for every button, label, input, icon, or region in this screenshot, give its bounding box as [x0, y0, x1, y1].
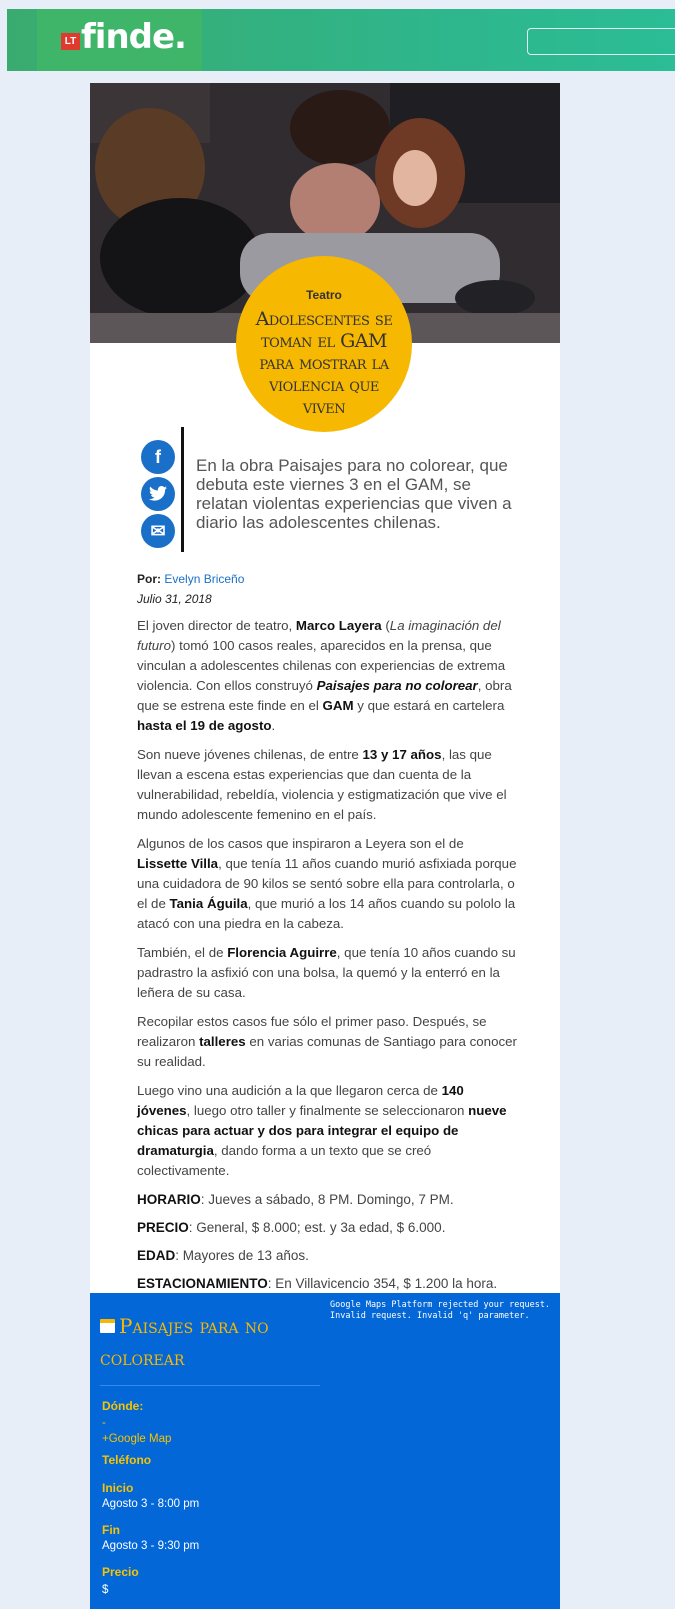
where-value: - — [102, 1417, 106, 1429]
article-title: Adolescentes se toman el GAM para mostra… — [255, 308, 393, 418]
where-label: Dónde: — [102, 1399, 144, 1413]
facebook-icon: f — [155, 447, 161, 467]
event-title: Paisajes para no colorear — [100, 1310, 320, 1374]
paragraph: También, el de Florencia Aguirre, que te… — [137, 945, 516, 1000]
twitter-share-button[interactable] — [141, 477, 175, 511]
site-logo[interactable]: LT finde. — [37, 9, 202, 71]
info-precio: PRECIO: General, $ 8.000; est. y 3a edad… — [137, 1220, 446, 1235]
start-value: Agosto 3 - 8:00 pm — [102, 1498, 200, 1510]
paragraph: El joven director de teatro, Marco Layer… — [137, 618, 512, 733]
email-share-button[interactable]: ✉ — [141, 514, 175, 548]
logo-text: finde. — [81, 17, 187, 57]
search-input[interactable] — [527, 28, 675, 55]
event-box: Paisajes para no colorear Google Maps Pl… — [90, 1293, 560, 1609]
facebook-share-button[interactable]: f — [141, 440, 175, 474]
paragraph: Recopilar estos casos fue sólo el primer… — [137, 1014, 517, 1069]
divider — [100, 1385, 320, 1386]
info-edad: EDAD: Mayores de 13 años. — [137, 1248, 309, 1263]
paragraph: Luego vino una audición a la que llegaro… — [137, 1083, 507, 1178]
email-icon: ✉ — [150, 521, 166, 541]
google-map-link[interactable]: +Google Map — [102, 1433, 171, 1445]
twitter-icon — [149, 485, 167, 505]
lt-logo-mark: LT — [61, 33, 80, 50]
byline-label: Por: — [137, 572, 161, 586]
event-title-text: Paisajes para no colorear — [100, 1314, 269, 1370]
lead-quote-bar — [181, 427, 184, 552]
article-lead: En la obra Paisajes para no colorear, qu… — [196, 456, 512, 532]
article-category[interactable]: Teatro — [236, 288, 412, 302]
price-value: $ — [102, 1584, 109, 1596]
calendar-icon — [100, 1319, 115, 1333]
byline: Por: Evelyn Briceño — [137, 572, 244, 586]
title-badge: Teatro Adolescentes se toman el GAM para… — [236, 256, 412, 432]
start-label: Inicio — [102, 1481, 134, 1495]
paragraph: Algunos de los casos que inspiraron a Le… — [137, 836, 517, 931]
info-horario: HORARIO: Jueves a sábado, 8 PM. Domingo,… — [137, 1192, 454, 1207]
article-body: El joven director de teatro, Marco Layer… — [137, 616, 517, 1302]
author-link[interactable]: Evelyn Briceño — [164, 572, 244, 586]
end-label: Fin — [102, 1523, 120, 1537]
end-value: Agosto 3 - 9:30 pm — [102, 1540, 200, 1552]
site-header: LT finde. — [7, 9, 675, 71]
phone-label: Teléfono — [102, 1453, 152, 1467]
price-label: Precio — [102, 1565, 139, 1579]
paragraph: Son nueve jóvenes chilenas, de entre 13 … — [137, 747, 507, 822]
map-error-message: Google Maps Platform rejected your reque… — [330, 1300, 551, 1321]
info-estacionamiento: ESTACIONAMIENTO: En Villavicencio 354, $… — [137, 1276, 498, 1291]
article-date: Julio 31, 2018 — [137, 592, 212, 606]
